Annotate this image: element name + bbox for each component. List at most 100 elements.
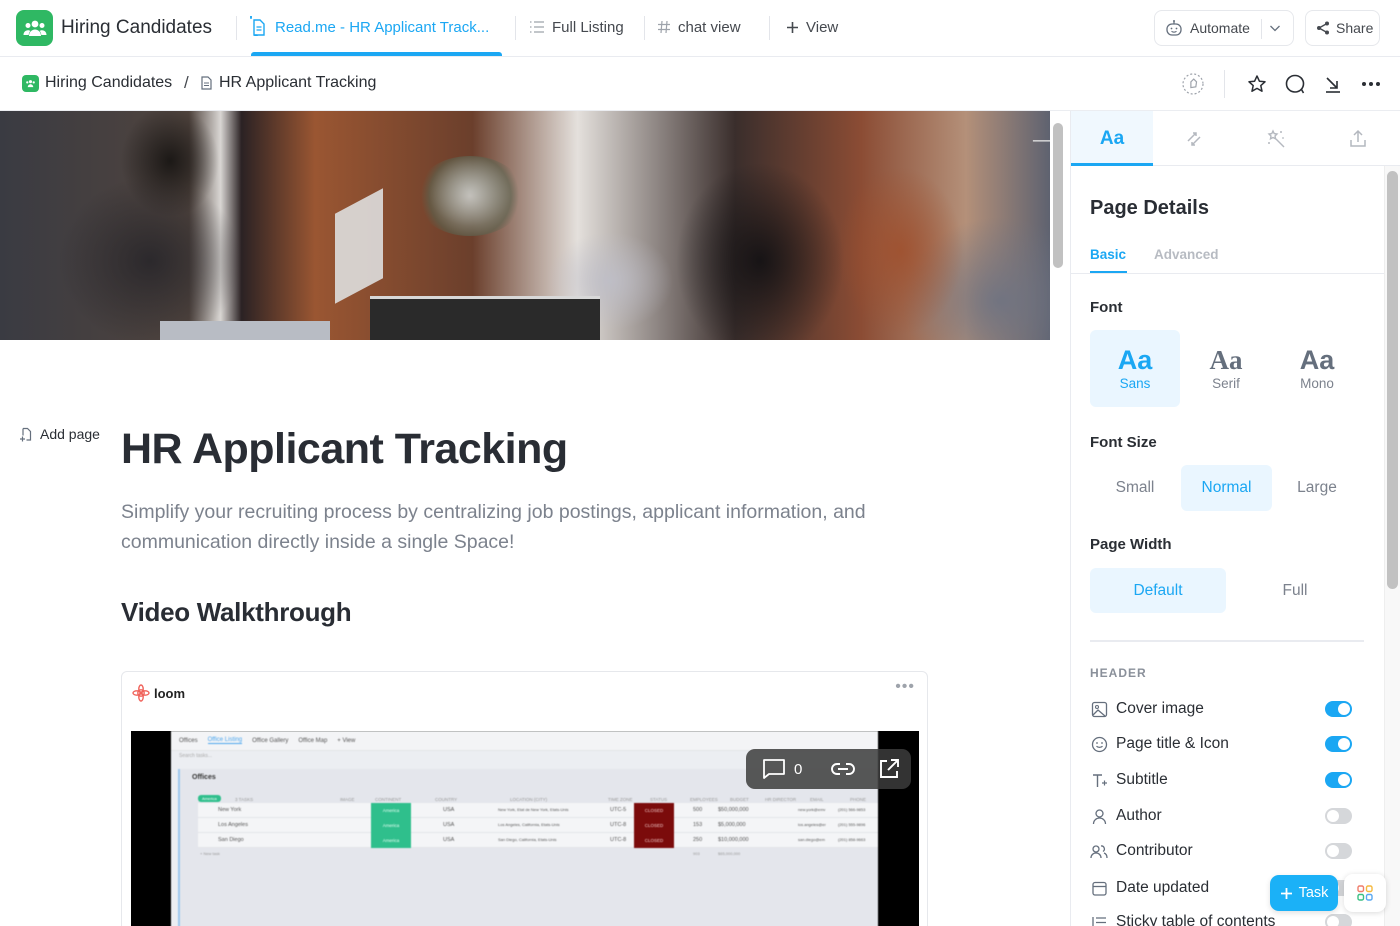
page-width-default[interactable]: Default <box>1090 568 1226 613</box>
share-button[interactable]: Share <box>1305 10 1380 46</box>
page-subtitle[interactable]: Simplify your recruiting process by cent… <box>121 497 921 557</box>
active-tab-indicator <box>1071 163 1153 166</box>
video-text: Office Map <box>298 737 328 744</box>
setting-author: Author <box>1090 804 1352 828</box>
breadcrumb-space[interactable]: Hiring Candidates <box>22 74 172 92</box>
loom-logo: loom <box>132 684 185 702</box>
cover-image-toggle[interactable] <box>1325 701 1352 717</box>
font-size-normal[interactable]: Normal <box>1181 465 1272 511</box>
space-title[interactable]: Hiring Candidates <box>61 17 212 39</box>
video-text: America <box>198 795 221 802</box>
divider <box>236 16 237 40</box>
setting-label: Date updated <box>1116 879 1210 896</box>
tab-relations[interactable] <box>1153 111 1235 166</box>
subtab-advanced[interactable]: Advanced <box>1154 247 1219 262</box>
add-view-button[interactable]: View <box>786 17 838 37</box>
task-label: Task <box>1298 885 1329 901</box>
video-comments-button[interactable]: 0 <box>762 758 802 780</box>
comments-button[interactable] <box>1282 71 1308 97</box>
font-label: Font <box>1090 299 1123 316</box>
video-text: EMPLOYEES <box>690 797 718 802</box>
author-toggle[interactable] <box>1325 808 1352 824</box>
page-width-full[interactable]: Full <box>1227 568 1363 613</box>
video-player[interactable]: Offices Office Listing Office Gallery Of… <box>131 731 919 926</box>
text-plus-icon <box>1090 771 1108 789</box>
export-icon <box>1350 129 1366 147</box>
chevron-down-icon[interactable] <box>1269 23 1281 33</box>
contributor-toggle[interactable] <box>1325 843 1352 859</box>
calendar-icon <box>1090 879 1108 897</box>
divider <box>1224 70 1225 98</box>
video-controls: 0 <box>746 749 911 789</box>
page-title[interactable]: HR Applicant Tracking <box>121 425 568 474</box>
space-avatar[interactable] <box>16 10 53 46</box>
arrow-down-right-icon <box>1326 77 1340 93</box>
tab-ai[interactable] <box>1235 111 1317 166</box>
breadcrumb-space-label: Hiring Candidates <box>45 74 173 91</box>
panel-scrollbar[interactable] <box>1387 171 1398 589</box>
video-text: 3 TASKS <box>235 797 254 802</box>
video-text: Office Listing <box>207 737 243 744</box>
more-horizontal-icon <box>1362 82 1380 86</box>
tab-typography[interactable]: Aa <box>1071 111 1153 166</box>
font-sample: Aa <box>1299 345 1335 375</box>
comment-icon <box>763 759 785 779</box>
font-option-mono[interactable]: Aa Mono <box>1272 330 1362 407</box>
new-task-button[interactable]: Task <box>1270 875 1338 911</box>
video-text: 903 <box>693 851 700 856</box>
video-text: EMAIL <box>810 797 824 802</box>
font-sample: Aa <box>1117 345 1153 375</box>
video-row: Los Angeles America USA Los Angeles, Cal… <box>198 818 878 833</box>
breadcrumb: Hiring Candidates / HR Applicant Trackin… <box>0 57 1400 111</box>
doc-icon <box>250 16 265 36</box>
breadcrumb-page-label: HR Applicant Tracking <box>219 74 377 91</box>
font-option-serif[interactable]: Aa Serif <box>1181 330 1271 407</box>
automate-label: Automate <box>1190 20 1250 36</box>
header-section-label: HEADER <box>1090 666 1147 680</box>
tab-chat-view[interactable]: chat view <box>657 17 741 37</box>
font-option-sans[interactable]: Aa Sans <box>1090 330 1180 407</box>
font-size-large[interactable]: Large <box>1272 465 1362 511</box>
subtab-basic[interactable]: Basic <box>1090 247 1126 262</box>
tab-export[interactable] <box>1317 111 1399 166</box>
breadcrumb-page[interactable]: HR Applicant Tracking <box>200 74 376 92</box>
automate-button[interactable]: Automate <box>1154 10 1294 46</box>
loom-label: loom <box>154 685 186 701</box>
page-title-icon-toggle[interactable] <box>1325 736 1352 752</box>
smiley-icon <box>1090 735 1108 753</box>
panel-tabs: Aa <box>1071 111 1400 166</box>
video-text: Search tasks... <box>179 753 213 759</box>
export-button[interactable] <box>1320 71 1346 97</box>
font-name: Serif <box>1212 376 1240 391</box>
apps-button[interactable] <box>1344 874 1386 912</box>
active-tab-indicator <box>251 52 502 56</box>
section-heading[interactable]: Video Walkthrough <box>121 597 352 628</box>
divider <box>644 16 645 40</box>
loom-embed[interactable]: loom ••• Offices Office Listing Office G… <box>121 671 928 926</box>
cover-image[interactable]: ⟶ <box>0 111 1050 340</box>
comment-count: 0 <box>794 760 803 778</box>
more-options-button[interactable] <box>1358 71 1384 97</box>
tab-readme[interactable]: Read.me - HR Applicant Track... <box>248 16 489 37</box>
document-scrollbar[interactable] <box>1053 123 1063 268</box>
add-page-button[interactable]: Add page <box>19 426 100 442</box>
tab-label: View <box>806 18 839 36</box>
typography-icon: Aa <box>1099 127 1125 149</box>
active-subtab-indicator <box>1090 271 1127 273</box>
embed-more-icon[interactable]: ••• <box>895 678 915 696</box>
sticky-toc-toggle[interactable] <box>1325 914 1352 926</box>
cover-laptop <box>370 296 600 340</box>
apps-grid-icon <box>1357 885 1373 901</box>
plus-icon <box>1280 887 1292 899</box>
tab-full-listing[interactable]: Full Listing <box>529 17 624 37</box>
video-text: BUDGET <box>730 797 749 802</box>
collapse-panel-icon[interactable]: ⟶ <box>1032 131 1050 151</box>
link-icon[interactable] <box>830 761 856 777</box>
list-icon <box>530 21 544 33</box>
subtitle-toggle[interactable] <box>1325 772 1352 788</box>
tag-button[interactable] <box>1180 71 1206 97</box>
plus-icon <box>787 21 798 33</box>
open-external-icon[interactable] <box>878 758 900 780</box>
font-size-small[interactable]: Small <box>1090 465 1180 511</box>
favorite-button[interactable] <box>1244 71 1270 97</box>
